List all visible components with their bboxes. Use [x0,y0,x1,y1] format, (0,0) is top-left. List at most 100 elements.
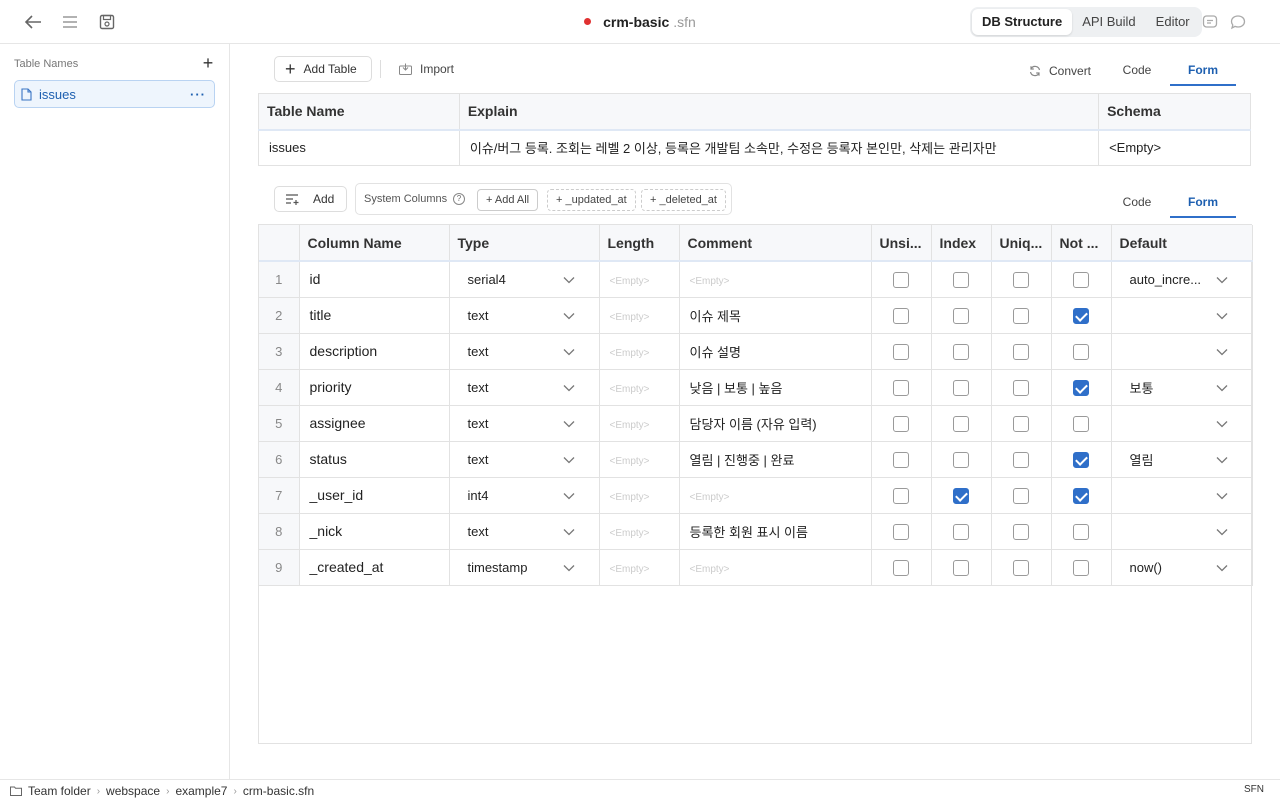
unsigned-checkbox[interactable] [893,523,909,540]
not-null-checkbox[interactable] [1073,451,1089,468]
not-null-checkbox[interactable] [1073,271,1089,288]
not-null-checkbox[interactable] [1073,307,1089,324]
type-select[interactable]: timestamp [449,549,600,586]
explain-cell[interactable]: 이슈/버그 등록. 조회는 레벨 2 이상, 등록은 개발팀 소속만, 수정은 … [459,129,1100,166]
index-checkbox[interactable] [953,307,969,324]
type-select[interactable]: text [449,369,600,406]
not-null-checkbox[interactable] [1073,523,1089,540]
index-checkbox[interactable] [953,379,969,396]
add-column-button[interactable]: Add [274,186,347,212]
comment-cell[interactable]: 이슈 제목 [679,297,872,334]
unique-checkbox[interactable] [1013,307,1029,324]
type-select[interactable]: text [449,441,600,478]
chat-bubble-icon[interactable] [1228,10,1248,34]
import-button[interactable]: Import [399,62,454,76]
column-name-cell[interactable]: _nick [299,513,450,550]
unsigned-checkbox[interactable] [893,307,909,324]
help-icon[interactable]: ? [453,193,465,205]
default-select[interactable] [1111,333,1253,370]
mode-api-build[interactable]: API Build [1072,9,1145,35]
index-checkbox[interactable] [953,487,969,504]
schema-cell[interactable]: <Empty> [1098,129,1251,166]
unsigned-checkbox[interactable] [893,559,909,576]
tab-code[interactable]: Code [1104,188,1170,218]
unique-checkbox[interactable] [1013,271,1029,288]
not-null-checkbox[interactable] [1073,415,1089,432]
breadcrumb-item[interactable]: Team folder [28,784,91,798]
column-name-cell[interactable]: _created_at [299,549,450,586]
unsigned-checkbox[interactable] [893,451,909,468]
sidebar-item-issues[interactable]: issues ··· [14,80,215,108]
not-null-checkbox[interactable] [1073,487,1089,504]
column-name-cell[interactable]: title [299,297,450,334]
add-all-button[interactable]: + Add All [477,189,539,211]
unique-checkbox[interactable] [1013,343,1029,360]
breadcrumb-item[interactable]: webspace [106,784,160,798]
unsigned-checkbox[interactable] [893,343,909,360]
add-table-plus-icon[interactable]: + [200,54,216,72]
column-name-cell[interactable]: description [299,333,450,370]
add-table-button[interactable]: + Add Table [274,56,372,82]
index-checkbox[interactable] [953,343,969,360]
default-select[interactable] [1111,297,1253,334]
not-null-checkbox[interactable] [1073,343,1089,360]
default-select[interactable]: now() [1111,549,1253,586]
table-name-cell[interactable]: issues [258,129,460,166]
breadcrumb-item[interactable]: example7 [175,784,227,798]
tab-code[interactable]: Code [1104,56,1170,86]
comment-cell[interactable]: 등록한 회원 표시 이름 [679,513,872,550]
type-select[interactable]: serial4 [449,261,600,298]
unsigned-checkbox[interactable] [893,379,909,396]
default-select[interactable]: auto_incre... [1111,261,1253,298]
unique-checkbox[interactable] [1013,559,1029,576]
default-select[interactable] [1111,405,1253,442]
convert-button[interactable]: Convert [1029,64,1091,78]
length-cell[interactable]: <Empty> [599,513,680,550]
index-checkbox[interactable] [953,271,969,288]
more-options-icon[interactable]: ··· [190,87,214,102]
type-select[interactable]: int4 [449,477,600,514]
unsigned-checkbox[interactable] [893,487,909,504]
not-null-checkbox[interactable] [1073,559,1089,576]
type-select[interactable]: text [449,333,600,370]
unsigned-checkbox[interactable] [893,415,909,432]
index-checkbox[interactable] [953,451,969,468]
length-cell[interactable]: <Empty> [599,441,680,478]
length-cell[interactable]: <Empty> [599,333,680,370]
comment-cell[interactable]: 담당자 이름 (자유 입력) [679,405,872,442]
unique-checkbox[interactable] [1013,451,1029,468]
column-name-cell[interactable]: priority [299,369,450,406]
unique-checkbox[interactable] [1013,523,1029,540]
length-cell[interactable]: <Empty> [599,549,680,586]
unique-checkbox[interactable] [1013,379,1029,396]
add-deleted-at-button[interactable]: + _deleted_at [641,189,726,211]
length-cell[interactable]: <Empty> [599,405,680,442]
column-name-cell[interactable]: status [299,441,450,478]
unsigned-checkbox[interactable] [893,271,909,288]
comment-cell[interactable]: 낮음 | 보통 | 높음 [679,369,872,406]
column-name-cell[interactable]: assignee [299,405,450,442]
index-checkbox[interactable] [953,523,969,540]
mode-db-structure[interactable]: DB Structure [972,9,1073,35]
length-cell[interactable]: <Empty> [599,477,680,514]
length-cell[interactable]: <Empty> [599,369,680,406]
comment-cell[interactable]: 이슈 설명 [679,333,872,370]
column-name-cell[interactable]: id [299,261,450,298]
tab-form[interactable]: Form [1170,56,1236,86]
default-select[interactable]: 보통 [1111,369,1253,406]
tab-form[interactable]: Form [1170,188,1236,218]
not-null-checkbox[interactable] [1073,379,1089,396]
unique-checkbox[interactable] [1013,415,1029,432]
length-cell[interactable]: <Empty> [599,297,680,334]
add-updated-at-button[interactable]: + _updated_at [547,189,636,211]
default-select[interactable] [1111,477,1253,514]
breadcrumb-item[interactable]: crm-basic.sfn [243,784,314,798]
comment-cell[interactable]: 열림 | 진행중 | 완료 [679,441,872,478]
mode-editor[interactable]: Editor [1146,9,1200,35]
index-checkbox[interactable] [953,559,969,576]
comment-icon[interactable] [1200,10,1220,34]
default-select[interactable] [1111,513,1253,550]
column-name-cell[interactable]: _user_id [299,477,450,514]
comment-cell[interactable]: <Empty> [679,549,872,586]
index-checkbox[interactable] [953,415,969,432]
